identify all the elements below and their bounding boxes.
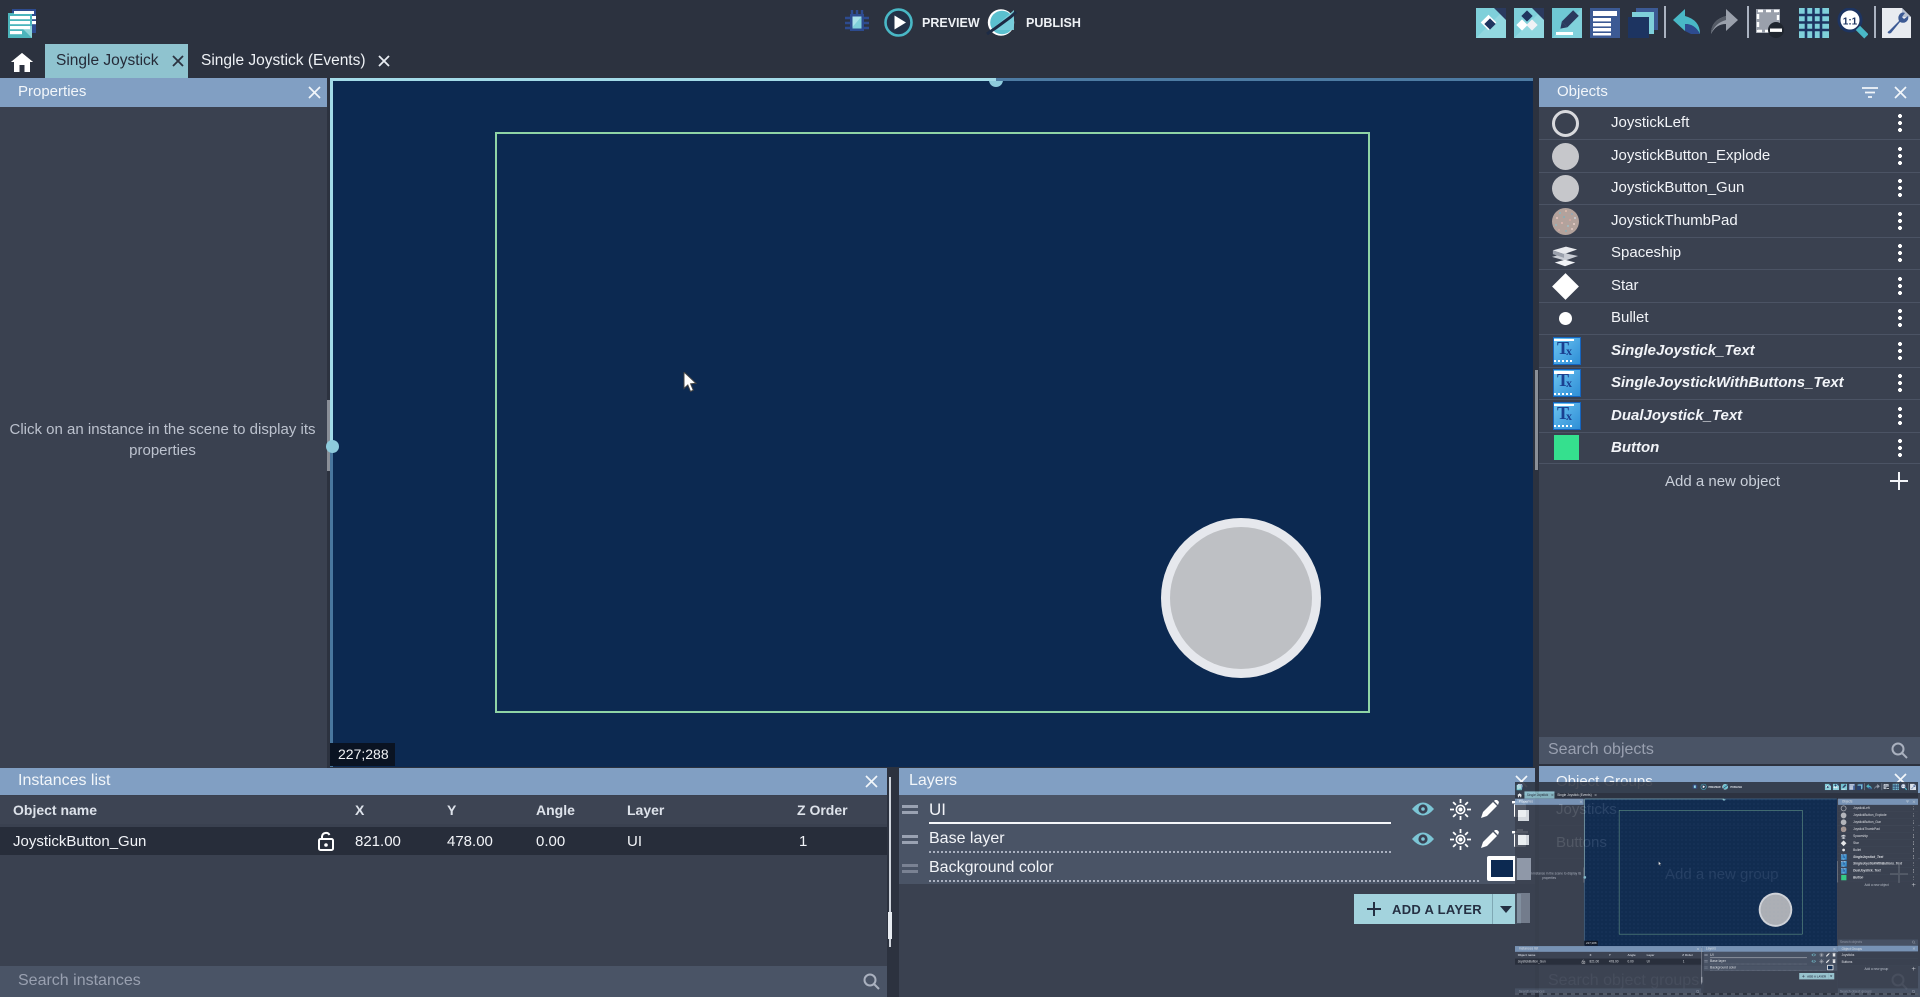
svg-text:1:1: 1:1 xyxy=(1843,17,1858,28)
